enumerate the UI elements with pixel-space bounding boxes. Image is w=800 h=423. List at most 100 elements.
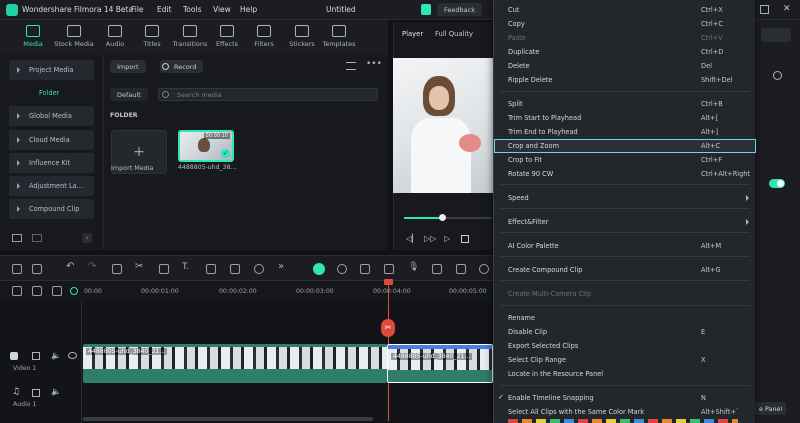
zoom-out-icon[interactable] (479, 264, 489, 274)
undo-icon[interactable]: ↶ (66, 261, 74, 272)
menu-view[interactable]: View (213, 5, 231, 14)
menu-item-rotate[interactable]: Rotate 90 CW Ctrl+Alt+Right (494, 167, 756, 181)
redo-icon[interactable]: ↷ (88, 261, 96, 272)
folder-icon[interactable] (32, 389, 40, 397)
gift-icon[interactable] (421, 4, 431, 15)
menu-item-copy[interactable]: Copy Ctrl+C (494, 17, 756, 31)
panel-tab[interactable] (761, 28, 791, 42)
feedback-button[interactable]: Feedback (437, 3, 482, 16)
timeline-ruler[interactable]: 00:00 00:00:01:00 00:00:02:00 00:00:03:0… (0, 281, 493, 301)
search-input[interactable]: Search media (158, 88, 378, 101)
select-tool-icon[interactable] (32, 264, 42, 274)
menu-tools[interactable]: Tools (183, 5, 201, 14)
menu-item-crop-and-zoom[interactable]: Crop and Zoom Alt+C (494, 139, 756, 153)
menu-item-ripple-delete[interactable]: Ripple Delete Shift+Del (494, 73, 756, 87)
step-back-icon[interactable]: ◁▏ (406, 234, 418, 243)
playhead-handle[interactable] (384, 279, 393, 285)
stop-icon[interactable] (461, 235, 469, 243)
text-icon[interactable]: T. (182, 262, 189, 272)
panel-button[interactable]: e Panel (755, 402, 787, 415)
menu-item-trim-end[interactable]: Trim End to Playhead Alt+] (494, 125, 756, 139)
nav-influence-kit[interactable]: Influence Kit (9, 153, 94, 173)
video-clip-selected[interactable]: 4488805-uhd_3840_21... (387, 344, 493, 383)
menu-item-ai-color-palette[interactable]: AI Color Palette Alt+M (494, 239, 756, 253)
menu-help[interactable]: Help (240, 5, 257, 14)
nav-project-media[interactable]: Project Media (9, 60, 94, 80)
nav-cloud-media[interactable]: Cloud Media (9, 130, 94, 150)
menu-item-select-clip-range[interactable]: Select Clip Range X (494, 353, 756, 367)
link-icon[interactable] (32, 286, 42, 296)
import-dropdown[interactable]: Import (110, 60, 146, 73)
menu-item-trim-start[interactable]: Trim Start to Playhead Alt+[ (494, 111, 756, 125)
new-folder-icon[interactable] (12, 234, 22, 242)
speed-icon[interactable] (254, 264, 264, 274)
more-tools-icon[interactable]: » (278, 261, 284, 272)
tab-titles[interactable]: Titles (131, 23, 173, 53)
menu-item-select-same-color[interactable]: Select All Clips with the Same Color Mar… (494, 405, 756, 419)
snap-marker-icon[interactable] (70, 287, 78, 295)
list-icon[interactable] (432, 264, 442, 274)
close-icon[interactable]: ✕ (783, 4, 791, 14)
menu-item-effect-filter[interactable]: Effect&Filter (494, 215, 756, 229)
magnet-icon[interactable] (52, 286, 62, 296)
nav-compound-clip[interactable]: Compound Clip (9, 199, 94, 219)
filter-icon[interactable] (346, 62, 356, 70)
folder-icon[interactable] (32, 352, 40, 360)
tab-player[interactable]: Player (402, 30, 423, 38)
tab-stock-media[interactable]: Stock Media (53, 23, 95, 53)
restore-window-icon[interactable] (760, 5, 769, 14)
play-pause-icon[interactable]: ▷▷ (424, 234, 436, 243)
speaker-icon[interactable]: 🔈 (51, 387, 61, 396)
media-clip-thumbnail[interactable]: 00:00:10 ✓ (178, 130, 234, 162)
menu-item-locate-resource[interactable]: Locate in the Resource Panel (494, 367, 756, 381)
marker-icon[interactable] (384, 264, 394, 274)
microphone-icon[interactable]: 🎙 (408, 262, 419, 272)
crop-icon[interactable] (159, 264, 169, 274)
split-scissors-icon[interactable]: ✂ (381, 319, 395, 337)
speaker-icon[interactable]: 🔈 (51, 351, 61, 360)
menu-item-speed[interactable]: Speed (494, 191, 756, 205)
menu-item-export-selected[interactable]: Export Selected Clips (494, 339, 756, 353)
image-icon[interactable] (456, 264, 466, 274)
tab-media[interactable]: Media (12, 23, 54, 53)
tab-effects[interactable]: Effects (206, 23, 248, 53)
menu-item-delete[interactable]: Delete Del (494, 59, 756, 73)
eye-icon[interactable] (68, 352, 77, 359)
more-options-icon[interactable]: ••• (366, 59, 382, 69)
menu-edit[interactable]: Edit (157, 5, 172, 14)
add-track-icon[interactable] (12, 286, 22, 296)
color-icon[interactable] (230, 264, 240, 274)
menu-item-timeline-snapping[interactable]: ✓ Enable Timeline Snapping N (494, 391, 756, 405)
tab-templates[interactable]: Templates (318, 23, 360, 53)
menu-item-create-compound-clip[interactable]: Create Compound Clip Alt+G (494, 263, 756, 277)
shield-icon[interactable] (360, 264, 370, 274)
menu-item-duplicate[interactable]: Duplicate Ctrl+D (494, 45, 756, 59)
reset-icon[interactable] (773, 71, 782, 80)
tab-filters[interactable]: Filters (243, 23, 285, 53)
collapse-panel-icon[interactable]: ‹ (82, 233, 92, 243)
color-marks[interactable] (508, 419, 738, 423)
menu-file[interactable]: File (131, 5, 144, 14)
menu-item-split[interactable]: Split Ctrl+B (494, 97, 756, 111)
ai-tool-icon[interactable] (313, 263, 325, 275)
nav-folder[interactable]: Folder (9, 83, 94, 103)
tab-stickers[interactable]: Stickers (281, 23, 323, 53)
nav-adjustment-layer[interactable]: Adjustment La... (9, 176, 94, 196)
folder-icon[interactable] (32, 234, 42, 242)
playhead-scrubber[interactable] (439, 214, 446, 221)
video-clip[interactable]: 4488805-uhd_3840_21... (83, 344, 387, 383)
render-icon[interactable] (337, 264, 347, 274)
tab-audio[interactable]: Audio (94, 23, 136, 53)
menu-item-rename[interactable]: Rename (494, 311, 756, 325)
menu-item-disable-clip[interactable]: Disable Clip E (494, 325, 756, 339)
menu-item-cut[interactable]: Cut Ctrl+X (494, 3, 756, 17)
timeline-scrollbar[interactable] (83, 417, 373, 421)
rectangle-icon[interactable] (206, 264, 216, 274)
menu-item-crop-to-fit[interactable]: Crop to Fit Ctrl+F (494, 153, 756, 167)
nav-global-media[interactable]: Global Media (9, 106, 94, 126)
scissors-icon[interactable]: ✂ (135, 261, 143, 272)
play-icon[interactable]: ▷ (444, 234, 450, 243)
quality-dropdown[interactable]: Full Quality (435, 30, 473, 38)
tab-transitions[interactable]: Transitions (169, 23, 211, 53)
sort-dropdown[interactable]: Default (110, 88, 148, 101)
